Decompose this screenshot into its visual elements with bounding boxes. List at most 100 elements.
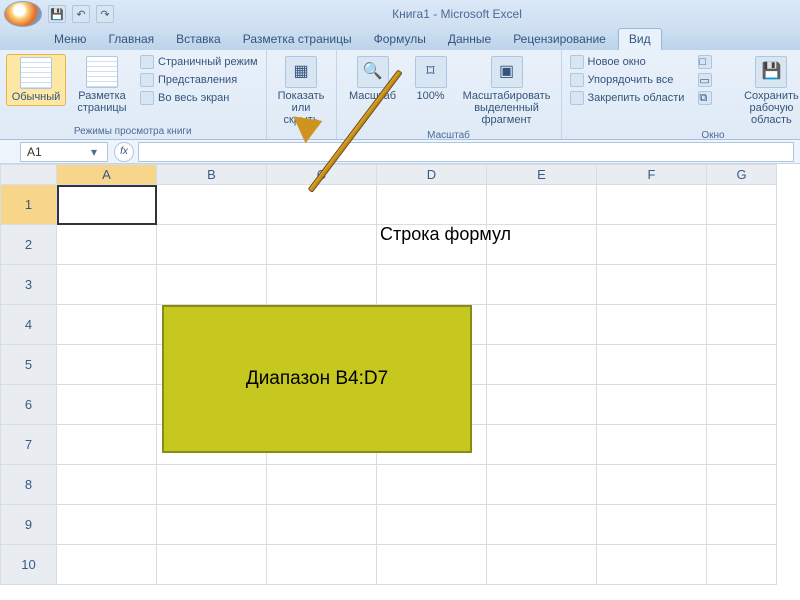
cell[interactable] xyxy=(157,265,267,305)
page-break-button[interactable]: Страничный режим xyxy=(138,54,260,70)
save-workspace-button[interactable]: 💾 Сохранить рабочую область xyxy=(736,54,800,128)
view-page-layout-button[interactable]: Разметка страницы xyxy=(72,54,132,116)
tab-insert[interactable]: Вставка xyxy=(166,29,231,50)
cell[interactable] xyxy=(57,385,157,425)
freeze-button[interactable]: Закрепить области xyxy=(568,90,687,106)
office-button[interactable] xyxy=(4,1,42,27)
chevron-down-icon[interactable]: ▾ xyxy=(87,145,101,159)
col-header-d[interactable]: D xyxy=(377,165,487,185)
cell[interactable] xyxy=(57,305,157,345)
cell[interactable] xyxy=(487,425,597,465)
cell[interactable] xyxy=(267,425,377,465)
cell[interactable] xyxy=(157,305,267,345)
col-header-b[interactable]: B xyxy=(157,165,267,185)
row-header-4[interactable]: 4 xyxy=(1,305,57,345)
zoom-button[interactable]: 🔍 Масштаб xyxy=(343,54,403,104)
cell[interactable] xyxy=(157,385,267,425)
cell[interactable] xyxy=(707,225,777,265)
row-header-10[interactable]: 10 xyxy=(1,545,57,585)
zoom-selection-button[interactable]: ▣ Масштабировать выделенный фрагмент xyxy=(459,54,555,128)
cell[interactable] xyxy=(597,385,707,425)
fx-button[interactable]: fx xyxy=(114,142,134,162)
cell[interactable] xyxy=(707,305,777,345)
cell[interactable] xyxy=(487,385,597,425)
cell[interactable] xyxy=(377,345,487,385)
cell[interactable] xyxy=(267,185,377,225)
cell[interactable] xyxy=(597,505,707,545)
presentations-button[interactable]: Представления xyxy=(138,72,260,88)
row-header-3[interactable]: 3 xyxy=(1,265,57,305)
cell[interactable] xyxy=(267,305,377,345)
col-header-e[interactable]: E xyxy=(487,165,597,185)
zoom-100-button[interactable]: ⌑ 100% xyxy=(409,54,453,104)
cell[interactable] xyxy=(57,465,157,505)
row-header-8[interactable]: 8 xyxy=(1,465,57,505)
cell[interactable] xyxy=(267,465,377,505)
cell[interactable] xyxy=(707,545,777,585)
cell[interactable] xyxy=(707,505,777,545)
fullscreen-button[interactable]: Во весь экран xyxy=(138,90,260,106)
cell[interactable] xyxy=(267,545,377,585)
cell[interactable] xyxy=(377,185,487,225)
cell[interactable] xyxy=(377,425,487,465)
show-hide-button[interactable]: ▦ Показать или скрыть xyxy=(273,54,330,128)
row-header-1[interactable]: 1 xyxy=(1,185,57,225)
cell[interactable] xyxy=(487,225,597,265)
cell[interactable] xyxy=(487,305,597,345)
cell[interactable] xyxy=(487,345,597,385)
cell[interactable] xyxy=(707,465,777,505)
cell[interactable] xyxy=(267,345,377,385)
split-button[interactable]: □ xyxy=(696,54,714,70)
tab-page-layout[interactable]: Разметка страницы xyxy=(233,29,362,50)
row-header-2[interactable]: 2 xyxy=(1,225,57,265)
cell[interactable] xyxy=(57,425,157,465)
tab-menu[interactable]: Меню xyxy=(44,29,96,50)
hide-button[interactable]: ▭ xyxy=(696,72,714,88)
cell[interactable] xyxy=(267,385,377,425)
cell[interactable] xyxy=(267,225,377,265)
row-header-6[interactable]: 6 xyxy=(1,385,57,425)
col-header-g[interactable]: G xyxy=(707,165,777,185)
switch-button[interactable]: ⧉ xyxy=(696,90,714,106)
cell[interactable] xyxy=(487,505,597,545)
view-normal-button[interactable]: Обычный xyxy=(6,54,66,106)
cell[interactable] xyxy=(597,425,707,465)
cell[interactable] xyxy=(377,465,487,505)
cell[interactable] xyxy=(707,185,777,225)
cell[interactable] xyxy=(157,505,267,545)
cell[interactable] xyxy=(57,345,157,385)
cell[interactable] xyxy=(487,465,597,505)
new-window-button[interactable]: Новое окно xyxy=(568,54,687,70)
undo-icon[interactable]: ↶ xyxy=(72,5,90,23)
row-header-9[interactable]: 9 xyxy=(1,505,57,545)
row-header-7[interactable]: 7 xyxy=(1,425,57,465)
cell[interactable] xyxy=(707,425,777,465)
cell[interactable] xyxy=(377,545,487,585)
cell[interactable] xyxy=(57,225,157,265)
cell[interactable] xyxy=(157,425,267,465)
cell[interactable] xyxy=(597,305,707,345)
tab-data[interactable]: Данные xyxy=(438,29,501,50)
cell[interactable] xyxy=(597,545,707,585)
cell[interactable] xyxy=(157,185,267,225)
cell[interactable] xyxy=(157,465,267,505)
cell[interactable] xyxy=(157,545,267,585)
cell[interactable] xyxy=(57,545,157,585)
tab-review[interactable]: Рецензирование xyxy=(503,29,616,50)
save-icon[interactable]: 💾 xyxy=(48,5,66,23)
formula-bar-input[interactable] xyxy=(138,142,794,162)
cell[interactable] xyxy=(157,225,267,265)
cell[interactable] xyxy=(267,265,377,305)
col-header-f[interactable]: F xyxy=(597,165,707,185)
cell[interactable] xyxy=(377,305,487,345)
cell[interactable] xyxy=(707,265,777,305)
cell[interactable] xyxy=(597,185,707,225)
cell[interactable] xyxy=(597,265,707,305)
cell-a1[interactable] xyxy=(57,185,157,225)
cell[interactable] xyxy=(377,225,487,265)
col-header-c[interactable]: C xyxy=(267,165,377,185)
cell[interactable] xyxy=(487,185,597,225)
tab-home[interactable]: Главная xyxy=(98,29,164,50)
redo-icon[interactable]: ↷ xyxy=(96,5,114,23)
cell[interactable] xyxy=(707,385,777,425)
